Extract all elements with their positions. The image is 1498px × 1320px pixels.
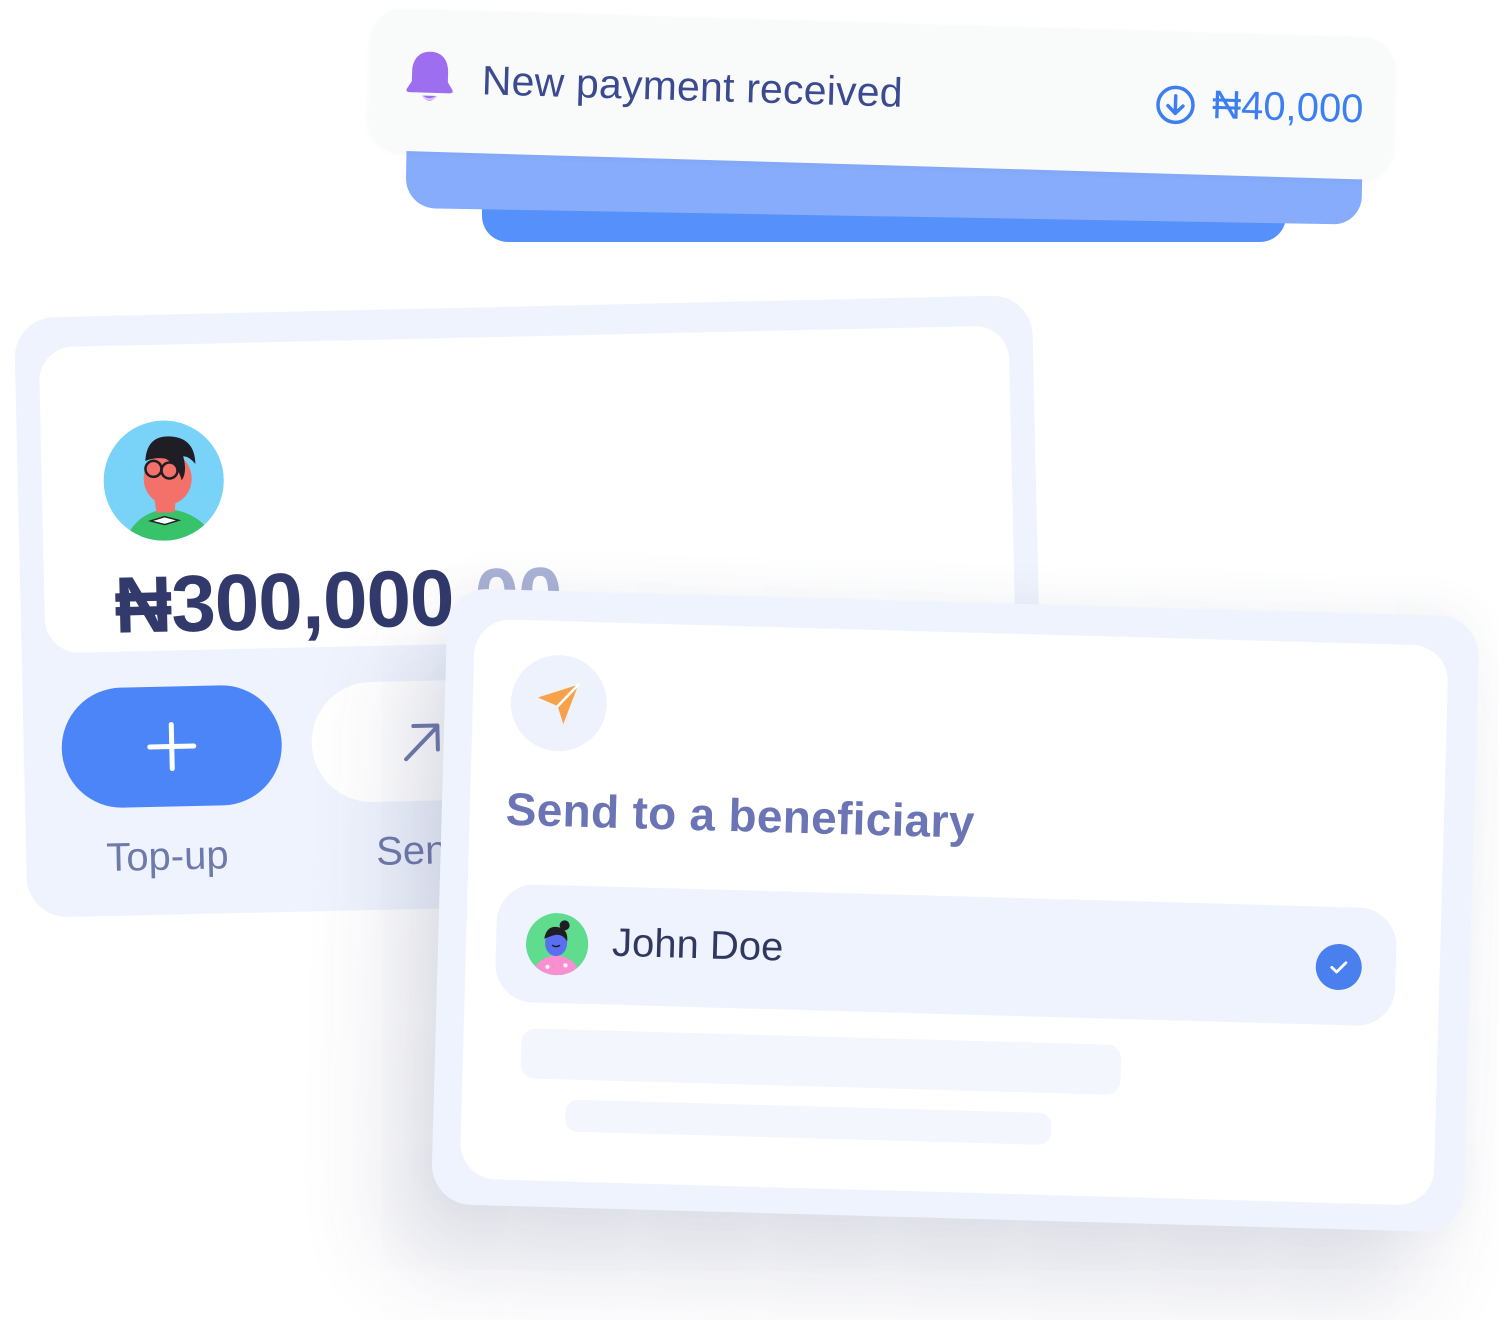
arrow-up-right-icon [404, 723, 440, 762]
avatar [102, 419, 226, 542]
beneficiary-avatar [525, 912, 589, 977]
beneficiary-card: Send to a beneficiary John Doe [430, 588, 1480, 1233]
bell-icon [406, 51, 453, 101]
notification-title: New payment received [481, 57, 904, 116]
beneficiary-heading: Send to a beneficiary [505, 782, 976, 848]
stage: New payment received ₦40,000 ₦300,000 To… [0, 0, 1498, 1320]
beneficiary-avatar-illustration [525, 912, 589, 977]
paper-plane-icon [537, 683, 580, 725]
plus-icon [147, 722, 197, 772]
avatar-illustration [102, 419, 226, 542]
checkmark-icon [1330, 961, 1348, 974]
placeholder-row [564, 1099, 1052, 1146]
check-circle-icon [1315, 943, 1363, 991]
beneficiary-row[interactable]: John Doe [494, 883, 1398, 1027]
balance-main: ₦300,000 [113, 553, 455, 650]
notification-card[interactable]: New payment received ₦40,000 [367, 8, 1396, 181]
send-icon-badge [509, 653, 609, 753]
notification-amount: ₦40,000 [1211, 82, 1365, 132]
download-circle-icon [1156, 85, 1195, 124]
topup-button[interactable] [60, 684, 284, 810]
placeholder-row [520, 1028, 1122, 1095]
beneficiary-panel: Send to a beneficiary John Doe [459, 618, 1449, 1206]
notification-amount-group: ₦40,000 [1154, 81, 1364, 132]
beneficiary-name: John Doe [611, 920, 784, 970]
topup-label: Top-up [105, 833, 230, 881]
